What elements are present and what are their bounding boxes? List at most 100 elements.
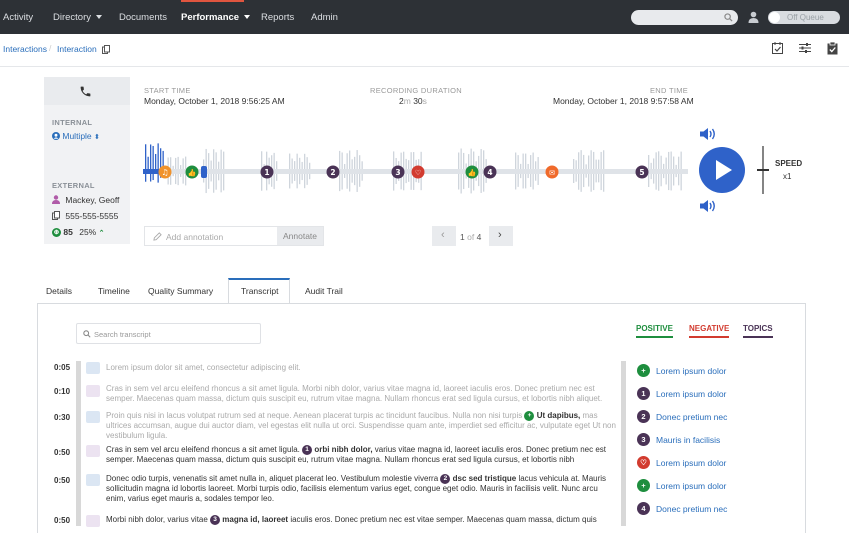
- nav-admin[interactable]: Admin: [311, 12, 338, 23]
- clipboard-check-icon[interactable]: [827, 42, 838, 55]
- breadcrumb-interactions[interactable]: Interactions: [3, 44, 47, 54]
- start-time-value: Monday, October 1, 2018 9:56:25 AM: [144, 96, 285, 106]
- user-icon[interactable]: [748, 11, 759, 23]
- pencil-icon: [153, 232, 162, 241]
- volume-down-icon[interactable]: [699, 199, 717, 213]
- sidebar-link[interactable]: Lorem ipsum dolor: [656, 389, 726, 399]
- chevron-down-icon: [244, 15, 251, 20]
- tab-timeline[interactable]: Timeline: [98, 286, 130, 296]
- line-time: 0:10: [54, 387, 71, 396]
- nav-documents[interactable]: Documents: [119, 12, 167, 23]
- sidebar-marker: 4: [637, 502, 650, 515]
- sidebar-link[interactable]: Donec pretium nec: [656, 412, 727, 422]
- waveform-bar: [147, 156, 149, 170]
- tab-quality-summary[interactable]: Quality Summary: [148, 286, 213, 296]
- event-positive-2[interactable]: 👍: [465, 165, 479, 179]
- line-highlight[interactable]: orbi nibh dolor,: [314, 445, 372, 454]
- next-page-button[interactable]: ›: [489, 226, 513, 246]
- chevron-right-icon: ›: [498, 229, 502, 241]
- filter-negative[interactable]: NEGATIVE: [689, 324, 730, 338]
- customer-avatar-icon: [86, 515, 100, 527]
- transcript-line: Morbi nibh dolor, varius vitae 3 magna i…: [106, 515, 616, 525]
- tab-transcript[interactable]: Transcript: [241, 286, 278, 296]
- transcript-line: Proin quis nisi in lacus volutpat rutrum…: [106, 411, 616, 441]
- audio-waveform[interactable]: ♫ 👍 ♡ 👍 ✉ 1 2 3 4 5: [143, 124, 688, 214]
- end-time-value: Monday, October 1, 2018 9:57:58 AM: [553, 96, 694, 106]
- score-percent: 25%: [79, 227, 97, 237]
- nav-directory[interactable]: Directory: [53, 12, 103, 23]
- chevron-left-icon: ‹: [441, 229, 445, 241]
- external-phone-row: 555-555-5555: [52, 211, 118, 221]
- sliders-icon[interactable]: [799, 42, 811, 54]
- speed-slider[interactable]: [757, 146, 769, 194]
- duration-label: RECORDING DURATION: [370, 86, 462, 95]
- play-icon: [716, 160, 732, 180]
- event-orange-music[interactable]: ♫: [158, 165, 172, 179]
- external-contact: Mackey, Geoff: [52, 195, 119, 205]
- sidebar-link[interactable]: Mauris in facilisis: [656, 435, 720, 445]
- nav-reports[interactable]: Reports: [261, 12, 294, 23]
- event-agent-marker[interactable]: [201, 166, 207, 178]
- line-text-a: Cras in sem vel arcu eleifend rhoncus a …: [106, 445, 300, 455]
- sidebar-scrollbar[interactable]: [621, 361, 626, 526]
- internal-participants-dropdown[interactable]: Multiple ⬍: [52, 131, 100, 141]
- sidebar-marker: +: [637, 479, 650, 492]
- line-text: Lorem ipsum dolor sit amet, consectetur …: [106, 363, 301, 372]
- nav-activity[interactable]: Activity: [3, 12, 33, 23]
- duration-seconds: 30: [413, 96, 423, 106]
- play-button[interactable]: [699, 147, 745, 193]
- transcript-search-placeholder: Search transcript: [94, 330, 151, 339]
- annotate-button[interactable]: Annotate: [277, 227, 323, 245]
- topic-1-inline-icon[interactable]: 1: [302, 445, 313, 455]
- transcript-search-input[interactable]: Search transcript: [76, 323, 261, 344]
- playback-progress: [143, 169, 160, 174]
- waveform-bar: [157, 143, 159, 183]
- sidebar-link[interactable]: Lorem ipsum dolor: [656, 481, 726, 491]
- line-highlight[interactable]: magna id, laoreet: [222, 515, 288, 524]
- sidebar-marker: 3: [637, 433, 650, 446]
- copy-icon[interactable]: [102, 45, 110, 54]
- annotation-pager: ‹ 1 of 4 ›: [432, 226, 513, 246]
- topic-marker-label: 3: [395, 168, 400, 177]
- volume-up-icon[interactable]: [699, 127, 717, 141]
- global-search-input[interactable]: [631, 10, 738, 25]
- breadcrumb-interaction[interactable]: Interaction: [57, 44, 97, 54]
- transcript-line: Donec odio turpis, venenatis sit amet nu…: [106, 474, 616, 504]
- tab-audit-trail[interactable]: Audit Trail: [305, 286, 343, 296]
- line-time: 0:50: [54, 448, 71, 457]
- phone-icon: [80, 86, 91, 97]
- event-positive[interactable]: 👍: [185, 165, 199, 179]
- speed-value: x1: [783, 172, 792, 181]
- tab-details[interactable]: Details: [46, 286, 72, 296]
- sidebar-link[interactable]: Lorem ipsum dolor: [656, 366, 726, 376]
- transcript-line: Cras in sem vel arcu eleifend rhoncus a …: [106, 384, 616, 404]
- filter-topics[interactable]: TOPICS: [743, 324, 773, 338]
- topic-marker-label: 4: [487, 168, 492, 177]
- sidebar-link[interactable]: Donec pretium nec: [656, 504, 727, 514]
- svg-text:♡: ♡: [415, 169, 421, 177]
- copy-icon[interactable]: [52, 211, 60, 220]
- line-highlight[interactable]: dsc sed tristique: [453, 474, 517, 483]
- calendar-check-icon[interactable]: [772, 42, 783, 54]
- nav-directory-label: Directory: [53, 12, 92, 23]
- sidebar-marker: ♡: [637, 456, 650, 469]
- external-name: Mackey, Geoff: [65, 195, 120, 205]
- external-phone: 555-555-5555: [65, 211, 119, 221]
- customer-icon: [52, 195, 60, 204]
- filter-positive[interactable]: POSITIVE: [636, 324, 673, 338]
- duration-s-unit: s: [422, 96, 427, 106]
- positive-inline-icon[interactable]: +: [524, 411, 535, 421]
- annotation-input[interactable]: Add annotation: [166, 232, 223, 242]
- event-comment[interactable]: ✉: [545, 165, 559, 179]
- nav-performance[interactable]: Performance: [181, 12, 251, 23]
- sort-icon: ⬍: [94, 134, 100, 141]
- sidebar-link[interactable]: Lorem ipsum dolor: [656, 458, 726, 468]
- transcript-scrollbar[interactable]: [76, 361, 81, 526]
- topic-3-inline-icon[interactable]: 3: [210, 515, 221, 525]
- event-negative[interactable]: ♡: [411, 165, 425, 179]
- topic-2-inline-icon[interactable]: 2: [440, 474, 451, 484]
- queue-toggle[interactable]: Off Queue: [768, 11, 840, 24]
- prev-page-button[interactable]: ‹: [432, 226, 456, 246]
- score-value: 85: [63, 227, 73, 237]
- line-highlight[interactable]: Ut dapibus,: [537, 411, 581, 420]
